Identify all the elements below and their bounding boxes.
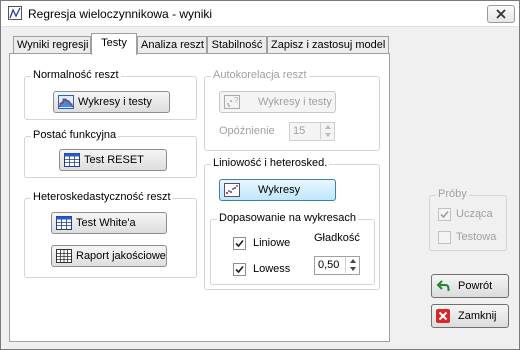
title-bar: Regresja wieloczynnikowa - wyniki [1,1,519,27]
functional-form-group: Postać funkcyjna Test RESET [24,129,197,178]
spin-up-icon[interactable] [320,123,334,131]
tab-analiza-reszt[interactable]: Analiza reszt [137,36,207,54]
normality-charts-tests-button[interactable]: Wykresy i testy [53,91,170,113]
linear-label: Liniowe [253,237,291,249]
table-icon [56,216,72,230]
back-button[interactable]: Powrót [431,274,509,298]
scatter-question-icon: ? [224,95,240,109]
autocorrelation-charts-tests-label: Wykresy i testy [258,96,332,108]
linearity-group-title: Liniowość i heterosked. [211,157,330,169]
heteroskedasticity-group: Heteroskedastyczność reszt Test White'a … [24,191,197,278]
tab-wyniki-regresji[interactable]: Wyniki regresji [13,36,91,54]
window-close-button[interactable] [487,5,515,23]
table-icon [64,153,80,167]
tests-tab-panel: Normalność reszt Wykresy i testy Postać … [9,53,390,342]
close-button[interactable]: Zamknij [431,304,509,328]
functional-form-group-title: Postać funkcyjna [31,129,119,141]
quality-report-button[interactable]: Raport jakościowe [51,245,167,267]
back-arrow-icon [436,279,450,293]
tab-zapisz-i-zastosuj-model[interactable]: Zapisz i zastosuj model [267,36,389,54]
test-white-button[interactable]: Test White'a [51,212,167,234]
test-sample-label: Testowa [456,231,497,243]
smoothness-header: Gładkość [314,232,360,244]
spin-down-icon[interactable] [320,131,334,139]
linear-checkbox[interactable] [233,237,246,250]
autocorrelation-group-title: Autokorelacja reszt [211,69,309,81]
quality-report-label: Raport jakościowe [76,250,166,262]
lowess-label: Lowess [253,263,291,275]
lag-label: Opóźnienie [219,125,275,137]
linearity-group: Liniowość i heterosked. Wykresy Dopasowa… [204,157,380,290]
tab-testy[interactable]: Testy [91,33,137,55]
test-reset-button[interactable]: Test RESET [59,149,167,171]
spin-up-icon[interactable] [345,257,359,265]
fit-on-charts-group: Dopasowanie na wykresach Gładkość Liniow… [210,212,375,285]
linearity-charts-label: Wykresy [258,184,301,196]
report-grid-icon [56,249,72,263]
lag-spinner[interactable]: 15 [289,122,335,141]
close-label: Zamknij [458,310,497,322]
histogram-chart-icon [58,95,74,109]
test-sample-checkbox[interactable] [438,231,451,244]
dialog-window: Regresja wieloczynnikowa - wyniki Wyniki… [0,0,520,350]
training-sample-checkbox[interactable] [438,208,451,221]
smoothness-value: 0,50 [318,259,340,271]
lag-value: 15 [293,125,306,137]
close-x-icon [436,309,450,323]
normality-group-title: Normalność reszt [31,69,121,81]
lowess-checkbox[interactable] [233,263,246,276]
normality-charts-tests-label: Wykresy i testy [78,96,152,108]
window-title: Regresja wieloczynnikowa - wyniki [28,7,213,21]
back-label: Powrót [458,280,493,292]
spin-down-icon[interactable] [345,265,359,273]
training-sample-label: Ucząca [456,208,493,220]
normality-group: Normalność reszt Wykresy i testy [24,69,197,120]
heteroskedasticity-group-title: Heteroskedastyczność reszt [31,191,173,203]
svg-text:?: ? [234,96,239,105]
fit-on-charts-title: Dopasowanie na wykresach [217,212,358,224]
autocorrelation-charts-tests-button[interactable]: ? Wykresy i testy [219,91,336,113]
smoothness-spinner[interactable]: 0,50 [314,256,360,275]
app-icon [8,6,22,20]
samples-group: Próby Ucząca Testowa [429,188,507,251]
samples-group-title: Próby [436,188,469,200]
linearity-charts-button[interactable]: Wykresy [219,179,336,201]
test-white-label: Test White'a [76,217,136,229]
test-reset-label: Test RESET [84,154,144,166]
scatter-chart-icon [224,183,240,197]
tab-stabilnosc[interactable]: Stabilność [207,36,267,54]
autocorrelation-group: Autokorelacja reszt ? Wykresy i testy Op… [204,69,380,151]
